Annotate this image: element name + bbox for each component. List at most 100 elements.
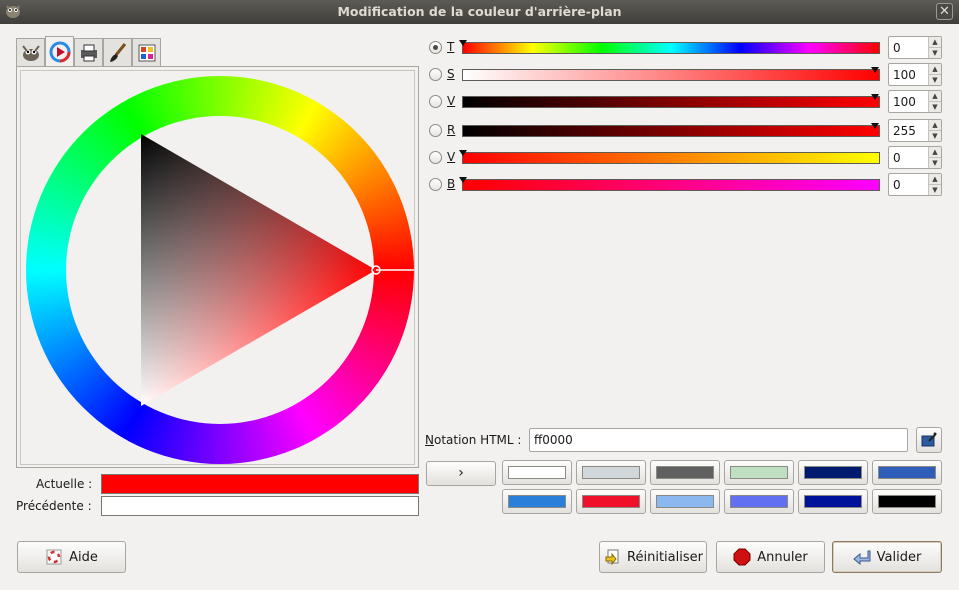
slider-saturation-marker[interactable] [871,67,879,73]
tab-gimp[interactable] [16,38,45,66]
radio-blue[interactable] [429,178,442,191]
history-swatch[interactable] [872,489,942,514]
history-swatch[interactable] [724,460,794,485]
slider-blue[interactable] [459,177,880,191]
spin-hue-down[interactable]: ▼ [929,47,941,57]
spin-saturation-up[interactable]: ▲ [929,64,941,74]
spin-green-up[interactable]: ▲ [929,147,941,157]
radio-green[interactable] [429,151,442,164]
slider-row-blue: B 0 ▲ ▼ [429,173,943,197]
slider-blue-marker[interactable] [459,177,467,183]
enter-arrow-icon [852,550,871,566]
history-swatch[interactable] [502,460,572,485]
revert-icon [605,549,619,566]
current-color-swatch [101,474,419,494]
slider-label-green: V [447,150,456,164]
previous-color-swatch[interactable] [101,496,419,516]
history-swatch-color [508,495,566,508]
spin-green[interactable]: 0 ▲ ▼ [888,146,942,169]
slider-row-saturation: S 100 ▲ ▼ [429,63,943,87]
tab-color-wheel[interactable] [45,36,74,66]
history-swatch[interactable] [502,489,572,514]
color-picker-button[interactable] [916,427,942,453]
cancel-button-label: Annuler [757,549,808,565]
history-swatch-color [656,495,714,508]
spin-value-up[interactable]: ▲ [929,91,941,101]
saturation-value-triangle[interactable] [21,71,416,466]
slider-red[interactable] [462,123,880,137]
color-wheel-area[interactable] [20,70,415,465]
slider-value-marker[interactable] [871,94,879,100]
slider-green-marker[interactable] [459,150,467,156]
ok-button-label: Valider [876,549,922,565]
spin-hue[interactable]: 0 ▲ ▼ [888,36,942,59]
slider-row-hue: T 0 ▲ ▼ [429,36,943,60]
printer-cmyk-icon [80,44,97,61]
spin-blue-up[interactable]: ▲ [929,174,941,184]
spin-red-up[interactable]: ▲ [929,120,941,130]
cancel-button[interactable]: Annuler [716,541,825,573]
spin-saturation[interactable]: 100 ▲ ▼ [888,63,942,86]
spin-red-down[interactable]: ▼ [929,130,941,140]
slider-green[interactable] [459,150,880,164]
slider-saturation[interactable] [462,67,880,81]
spin-blue[interactable]: 0 ▲ ▼ [888,173,942,196]
window-title: Modification de la couleur d'arrière-pla… [337,4,622,19]
slider-label-saturation: S [447,67,455,81]
history-swatch[interactable] [724,489,794,514]
spin-red[interactable]: 255 ▲ ▼ [888,119,942,142]
spin-saturation-value[interactable]: 100 [893,68,916,82]
slider-label-hue: T [447,40,455,54]
gimp-icon [21,44,40,61]
slider-row-green: V 0 ▲ ▼ [429,146,943,170]
help-icon [46,549,62,565]
spin-hue-value[interactable]: 0 [893,41,901,55]
radio-value[interactable] [429,95,442,108]
radio-red[interactable] [429,124,442,137]
history-swatch[interactable] [576,489,646,514]
html-notation-label: Notation HTML : [425,433,521,447]
slider-hue-marker[interactable] [459,40,467,46]
history-swatch[interactable] [798,489,868,514]
spin-value[interactable]: 100 ▲ ▼ [888,90,942,113]
add-to-history-button[interactable]: › [426,461,496,486]
radio-hue[interactable] [429,41,442,54]
html-notation-label-mnemonic: N [425,433,434,447]
slider-red-marker[interactable] [871,123,879,129]
history-swatch[interactable] [872,460,942,485]
reset-button[interactable]: Réinitialiser [599,541,707,573]
tab-brush[interactable] [103,38,132,66]
spin-green-down[interactable]: ▼ [929,157,941,167]
spin-green-value[interactable]: 0 [893,151,901,165]
palette-icon [138,44,155,61]
ok-button[interactable]: Valider [832,541,942,573]
history-swatch[interactable] [798,460,868,485]
spin-blue-value[interactable]: 0 [893,178,901,192]
spin-value-value[interactable]: 100 [893,95,916,109]
history-swatch-color [730,466,788,479]
history-swatch-color [804,466,862,479]
tab-palette[interactable] [132,38,161,66]
history-swatch[interactable] [650,489,720,514]
slider-value[interactable] [462,94,880,108]
spin-hue-up[interactable]: ▲ [929,37,941,47]
history-swatch[interactable] [650,460,720,485]
stop-icon [733,548,751,566]
close-button[interactable]: ✕ [936,3,953,20]
spin-saturation-down[interactable]: ▼ [929,74,941,84]
history-swatch[interactable] [576,460,646,485]
spin-value-down[interactable]: ▼ [929,101,941,111]
radio-saturation[interactable] [429,68,442,81]
reset-button-label: Réinitialiser [627,549,703,565]
spin-red-value[interactable]: 255 [893,124,916,138]
spin-blue-down[interactable]: ▼ [929,184,941,194]
slider-label-value: V [447,94,456,108]
help-button[interactable]: Aide [17,541,126,573]
history-swatch-color [508,466,566,479]
slider-row-red: R 255 ▲ ▼ [429,119,943,143]
history-swatch-color [582,466,640,479]
tab-cmyk[interactable] [74,38,103,66]
html-notation-input[interactable]: ff0000 [529,428,908,452]
slider-hue[interactable] [459,40,880,54]
history-swatch-color [656,466,714,479]
